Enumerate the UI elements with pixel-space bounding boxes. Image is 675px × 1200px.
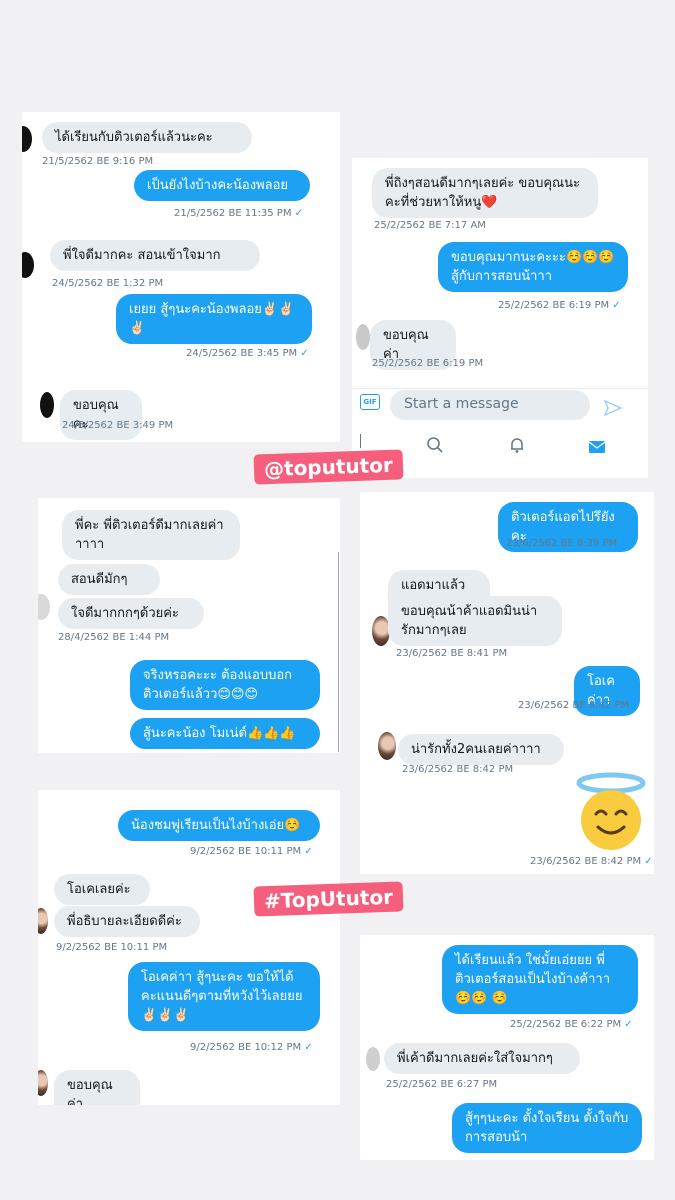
handle-watermark: @topututor: [253, 449, 404, 485]
chat-panel-a: ได้เรียนกับติวเตอร์แล้วนะคะ 21/5/2562 BE…: [22, 112, 340, 442]
incoming-message: ขอบคุณค่า: [54, 1070, 140, 1105]
home-icon[interactable]: [354, 434, 361, 448]
incoming-message: ขอบคุณคะ: [60, 390, 142, 440]
outgoing-message: สู้ๆๆนะคะ ตั้งใจเรียน ตั้งใจกับการสอบน้า: [452, 1103, 642, 1153]
avatar: [38, 594, 50, 620]
incoming-message: พี่อธิบายละเอียดดีค่ะ: [54, 906, 200, 937]
notifications-icon[interactable]: [508, 436, 526, 454]
send-icon[interactable]: [604, 400, 622, 416]
avatar: [366, 1047, 380, 1071]
hashtag-watermark: #TopUtutor: [253, 881, 404, 917]
incoming-message: โอเคเลยค่ะ: [54, 874, 150, 905]
chat-panel-b: พี่ถิงๆสอนดีมากๆเลยค่ะ ขอบคุณนะคะที่ช่วย…: [352, 158, 648, 478]
message-input-placeholder: Start a message: [404, 396, 519, 412]
outgoing-message: โอเคค่าา สู้ๆนะคะ ขอให้ได้คะแนนดีๆตามที่…: [128, 962, 320, 1031]
incoming-message: ได้เรียนกับติวเตอร์แล้วนะคะ: [42, 122, 252, 153]
timestamp: 23/6/2562 BE 8:42 PM ✓: [518, 700, 641, 711]
chat-panel-c: พี่คะ พี่ติวเตอร์ดีมากเลยค่า าาาา สอนดีม…: [38, 498, 340, 753]
incoming-message: น่ารักทั้ง2คนเลยค่าาาา: [398, 734, 564, 765]
timestamp: 28/4/2562 BE 1:44 PM: [58, 632, 170, 643]
divider: [338, 552, 339, 752]
messages-icon[interactable]: [588, 440, 606, 454]
avatar: [38, 908, 48, 934]
timestamp: 9/2/2562 BE 10:11 PM ✓: [190, 846, 313, 857]
avatar: [22, 126, 32, 152]
timestamp: 23/6/2562 BE 8:42 PM ✓: [530, 856, 653, 867]
chat-panel-d: ติวเตอร์แอดไปรึยังคะ 23/6/2562 BE 8:39 P…: [360, 492, 654, 874]
search-icon[interactable]: [426, 436, 444, 454]
timestamp: 21/5/2562 BE 9:16 PM: [42, 156, 154, 167]
avatar: [38, 1070, 48, 1096]
incoming-message: พี่เค้าดีมากเลยค่ะใส่ใจมากๆ: [384, 1043, 580, 1074]
timestamp: 25/2/2562 BE 7:17 AM: [374, 220, 486, 231]
outgoing-message: สู้นะคะน้อง โมเน่ต์👍👍👍: [130, 718, 320, 749]
timestamp: 9/2/2562 BE 10:11 PM: [56, 942, 168, 953]
avatar: [22, 252, 34, 278]
avatar: [356, 324, 370, 350]
gif-button[interactable]: GIF: [360, 394, 380, 410]
incoming-message: ใจดีมากกกๆด้วยค่ะ: [58, 598, 204, 629]
timestamp: 23/6/2562 BE 8:42 PM: [402, 764, 514, 775]
message-input[interactable]: Start a message: [390, 390, 590, 420]
incoming-message: สอนดีมักๆ: [58, 564, 160, 595]
timestamp: 9/2/2562 BE 10:12 PM ✓: [190, 1042, 313, 1053]
avatar: [40, 392, 54, 418]
avatar: [378, 732, 396, 760]
composer-bar: [352, 388, 648, 389]
incoming-message: ขอบคุณน้าค้าแอดมินน่ารักมากๆเลย: [388, 596, 562, 646]
timestamp: 24/5/2562 BE 1:32 PM: [52, 278, 164, 289]
outgoing-message: น้องชมพู่เรียนเป็นไงบ้างเอ่ย☺️: [118, 810, 320, 841]
incoming-message: พี่คะ พี่ติวเตอร์ดีมากเลยค่า าาาา: [62, 510, 240, 560]
timestamp: 23/6/2562 BE 8:41 PM: [396, 648, 508, 659]
outgoing-message: เป็นยังไงบ้างคะน้องพลอย: [134, 170, 310, 201]
smiling-face-with-halo-emoji: [576, 772, 646, 850]
timestamp: 23/6/2562 BE 8:39 PM ✓: [506, 538, 629, 549]
timestamp: 25/2/2562 BE 6:19 PM ✓: [498, 300, 621, 311]
outgoing-message: ได้เรียนแล้ว ใช่มั้ยเอ่ยยย พี่ติวเตอร์สอ…: [442, 945, 638, 1014]
timestamp: 25/2/2562 BE 6:19 PM: [372, 358, 484, 369]
outgoing-message: เยยย สู้ๆนะคะน้องพลอย✌🏻✌🏻 ✌🏻: [116, 294, 312, 344]
incoming-message: พี่ใจดีมากคะ สอนเข้าใจมาก: [50, 240, 260, 271]
incoming-message: พี่ถิงๆสอนดีมากๆเลยค่ะ ขอบคุณนะคะที่ช่วย…: [372, 168, 598, 218]
timestamp: 25/2/2562 BE 6:22 PM ✓: [510, 1019, 633, 1030]
timestamp: 21/5/2562 BE 11:35 PM ✓: [174, 208, 304, 219]
chat-panel-e: น้องชมพู่เรียนเป็นไงบ้างเอ่ย☺️ 9/2/2562 …: [38, 790, 340, 1105]
chat-panel-f: ได้เรียนแล้ว ใช่มั้ยเอ่ยยย พี่ติวเตอร์สอ…: [360, 935, 654, 1160]
outgoing-message: ขอบคุณมากนะคะะะ☺️☺️☺️ สู้กับการสอบน้าาา: [438, 242, 628, 292]
timestamp: 24/5/2562 BE 3:45 PM ✓: [186, 348, 309, 359]
timestamp: 25/2/2562 BE 6:27 PM: [386, 1079, 498, 1090]
outgoing-message: จริงหรอคะะะ ต้องแอบบอกติวเตอร์แล้วว😊😊😊: [130, 660, 320, 710]
timestamp: 24/5/2562 BE 3:49 PM: [62, 420, 174, 431]
